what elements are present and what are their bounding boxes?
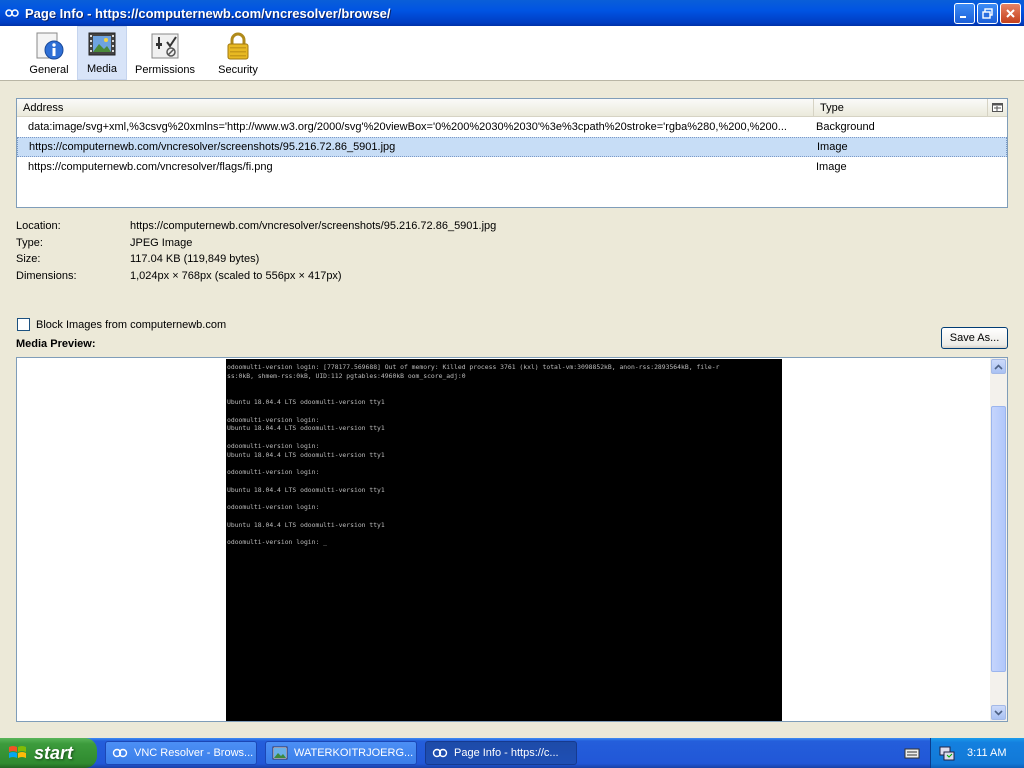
maximize-button[interactable]: [977, 3, 998, 24]
table-header: Address Type: [17, 99, 1007, 117]
table-row[interactable]: data:image/svg+xml,%3csvg%20xmlns='http:…: [17, 117, 1007, 137]
row-type: Background: [816, 121, 875, 133]
block-images-label[interactable]: Block Images from computernewb.com: [36, 319, 226, 331]
chevron-up-icon: [994, 363, 1003, 370]
row-address: https://computernewb.com/vncresolver/scr…: [29, 141, 396, 153]
size-value: 117.04 KB (119,849 bytes): [130, 253, 260, 266]
location-label: Location:: [16, 220, 61, 233]
media-preview-title: Media Preview:: [16, 338, 96, 350]
taskbar: start VNC Resolver - Brows... WATERKOITR…: [0, 738, 1024, 768]
media-preview-pane[interactable]: odoomulti-version login: [778177.569688]…: [16, 357, 1008, 722]
column-picker-icon: [992, 103, 1003, 112]
task-label: Page Info - https://c...: [454, 747, 559, 759]
window-title: Page Info - https://computernewb.com/vnc…: [25, 5, 391, 21]
start-button[interactable]: start: [0, 738, 97, 768]
terminal-line: odoomulti-version login: _: [227, 538, 328, 546]
terminal-line: odoomulti-version login:: [227, 468, 320, 476]
scroll-down-button[interactable]: [991, 705, 1006, 720]
tab-media[interactable]: Media: [77, 26, 127, 80]
dimensions-value: 1,024px × 768px (scaled to 556px × 417px…: [130, 269, 342, 282]
task-label: WATERKOITRJOERG...: [294, 747, 414, 759]
browser-icon: [432, 748, 448, 758]
column-header-type[interactable]: Type: [814, 99, 988, 116]
tab-permissions[interactable]: Permissions: [130, 26, 200, 80]
keyboard-icon[interactable]: [904, 745, 920, 761]
dimensions-label: Dimensions:: [16, 269, 77, 282]
taskbar-item-image[interactable]: WATERKOITRJOERG...: [265, 741, 417, 765]
type-value: JPEG Image: [130, 236, 193, 249]
terminal-line: Ubuntu 18.04.4 LTS odoomulti-version tty…: [227, 450, 385, 459]
terminal-line: Ubuntu 18.04.4 LTS odoomulti-version tty…: [227, 485, 385, 494]
preview-image: odoomulti-version login: [778177.569688]…: [226, 359, 782, 721]
scroll-up-button[interactable]: [991, 359, 1006, 374]
page-info-toolbar: General Media Permissions Security: [0, 26, 1024, 81]
media-icon: [88, 32, 116, 56]
restore-icon: [982, 8, 993, 19]
media-details: Location: https://computernewb.com/vncre…: [16, 218, 496, 284]
column-picker-button[interactable]: [988, 99, 1007, 116]
column-header-address[interactable]: Address: [17, 99, 814, 116]
close-icon: [1006, 9, 1015, 18]
system-tray: 3:11 AM: [930, 738, 1024, 768]
tab-security-label: Security: [218, 64, 258, 76]
minimize-button[interactable]: [954, 3, 975, 24]
taskbar-item-page-info[interactable]: Page Info - https://c...: [425, 741, 577, 765]
terminal-line: odoomulti-version login:: [227, 415, 320, 424]
table-row-selected[interactable]: https://computernewb.com/vncresolver/scr…: [17, 137, 1007, 157]
tab-security[interactable]: Security: [203, 26, 273, 80]
terminal-line: Ubuntu 18.04.4 LTS odoomulti-version tty…: [227, 520, 385, 529]
terminal-line: Ubuntu 18.04.4 LTS odoomulti-version tty…: [227, 398, 385, 406]
terminal-line: ss:0kB, shmem-rss:0kB, UID:112 pgtables:…: [227, 371, 466, 380]
close-button[interactable]: [1000, 3, 1021, 24]
block-images-checkbox[interactable]: [17, 318, 30, 331]
chevron-down-icon: [994, 709, 1003, 716]
tab-general[interactable]: General: [24, 26, 74, 80]
lock-icon: [227, 32, 249, 60]
row-type: Image: [817, 141, 848, 153]
location-value[interactable]: https://computernewb.com/vncresolver/scr…: [130, 220, 496, 232]
terminal-line: odoomulti-version login: [778177.569688]…: [227, 363, 720, 371]
clock[interactable]: 3:11 AM: [967, 747, 1007, 759]
row-type: Image: [816, 161, 847, 173]
row-address: data:image/svg+xml,%3csvg%20xmlns='http:…: [28, 121, 787, 133]
windows-logo-icon: [9, 746, 26, 758]
tab-media-label: Media: [87, 63, 117, 75]
minimize-icon: [960, 16, 966, 18]
terminal-line: odoomulti-version login:: [227, 503, 320, 511]
row-address: https://computernewb.com/vncresolver/fla…: [28, 161, 273, 173]
save-as-button[interactable]: Save As...: [941, 327, 1008, 349]
taskbar-item-vnc-resolver[interactable]: VNC Resolver - Brows...: [105, 741, 257, 765]
terminal-line: Ubuntu 18.04.4 LTS odoomulti-version tty…: [227, 424, 385, 433]
network-icon[interactable]: [939, 745, 955, 761]
tab-permissions-label: Permissions: [135, 64, 195, 76]
tab-general-label: General: [29, 64, 69, 76]
size-label: Size:: [16, 253, 41, 266]
table-row[interactable]: https://computernewb.com/vncresolver/fla…: [17, 157, 1007, 177]
window-titlebar: Page Info - https://computernewb.com/vnc…: [0, 0, 1024, 26]
app-icon: [5, 9, 19, 17]
block-images-option[interactable]: Block Images from computernewb.com: [17, 318, 226, 331]
browser-icon: [112, 748, 128, 758]
info-icon: [36, 32, 64, 60]
terminal-line: odoomulti-version login:: [227, 441, 320, 450]
permissions-icon: [151, 33, 179, 59]
media-list-table[interactable]: Address Type data:image/svg+xml,%3csvg%2…: [16, 98, 1008, 208]
image-icon: [272, 746, 288, 760]
scrollbar-thumb[interactable]: [991, 406, 1006, 672]
task-label: VNC Resolver - Brows...: [134, 747, 254, 759]
start-label: start: [34, 742, 74, 763]
type-label: Type:: [16, 236, 43, 249]
preview-scrollbar[interactable]: [990, 358, 1007, 721]
